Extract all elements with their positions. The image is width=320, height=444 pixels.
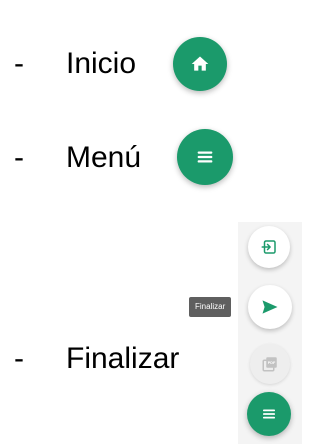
svg-text:PDF: PDF <box>268 361 276 365</box>
home-icon <box>191 56 209 71</box>
menu-fab-button[interactable] <box>177 129 233 185</box>
send-icon <box>262 300 278 314</box>
bullet-dash: - <box>14 342 24 375</box>
legend-label-menu: Menú <box>66 141 142 174</box>
menu-icon <box>263 409 275 419</box>
bullet-dash: - <box>14 47 24 80</box>
legend-label-inicio: Inicio <box>66 47 137 80</box>
home-fab-button[interactable] <box>173 37 227 91</box>
legend-item-menu: - Menú <box>14 140 141 176</box>
login-icon <box>261 240 276 254</box>
legend-item-finalizar: - Finalizar <box>14 341 179 377</box>
finalizar-tooltip: Finalizar <box>189 297 232 317</box>
speed-dial-send-button[interactable] <box>248 285 292 329</box>
bullet-dash: - <box>14 141 24 174</box>
legend-label-finalizar: Finalizar <box>66 342 180 375</box>
pdf-icon: PDF <box>262 357 277 372</box>
canvas: - Inicio - Menú - Finalizar Finalizar PD… <box>0 0 302 444</box>
legend-item-inicio: - Inicio <box>14 46 136 82</box>
speed-dial-login-button[interactable] <box>248 226 290 268</box>
menu-icon <box>197 151 213 163</box>
speed-dial-menu-button[interactable] <box>247 392 291 436</box>
speed-dial-pdf-button[interactable]: PDF <box>250 344 290 384</box>
